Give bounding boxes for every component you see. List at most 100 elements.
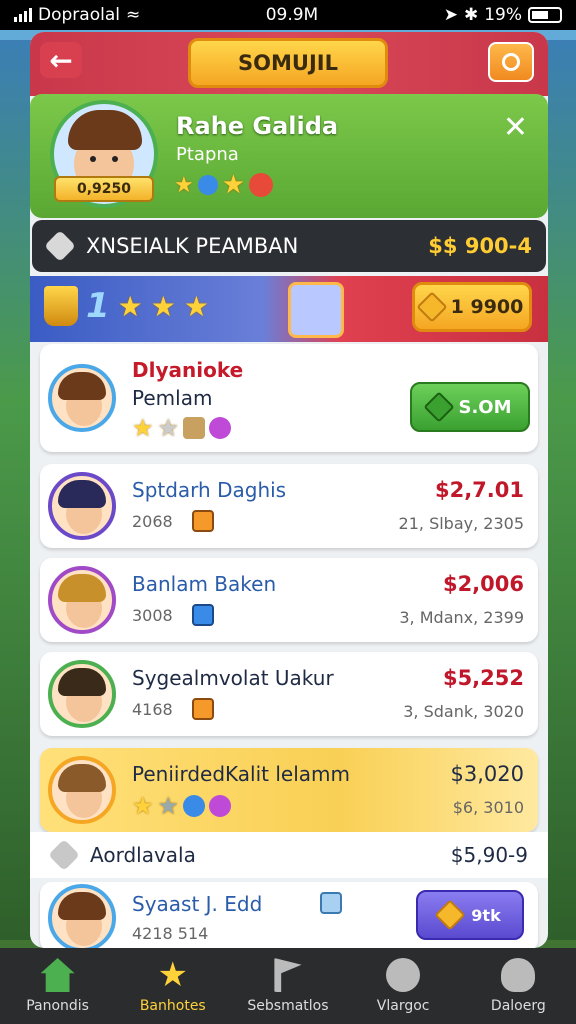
top-bar: ← SOMUJIL — [30, 32, 548, 96]
nav-item-profile[interactable]: Daloerg — [463, 958, 573, 1014]
avatar — [48, 660, 116, 728]
featured-badges: ★ ★ — [132, 414, 232, 442]
row-price: $2,7.01 — [434, 478, 524, 502]
gold-gem-icon — [416, 291, 448, 323]
nav-item-shop[interactable]: Vlargoc — [348, 958, 458, 1014]
star-icon: ★ — [132, 414, 154, 442]
wifi-icon: ≈ — [125, 5, 141, 25]
row-name: PeniirdedKalit lelamm — [132, 762, 350, 786]
star-icon: ★ — [183, 289, 209, 323]
profile-score-badge: 0,9250 — [54, 176, 154, 202]
status-bar: Dopraolal ≈ 09.9M ➤ ✱ 19% — [0, 0, 576, 30]
flag-icon — [274, 958, 302, 992]
tag-icon — [48, 839, 80, 871]
rank-row: 1 ★ ★ ★ 1 9900 — [30, 276, 548, 342]
banner-value: $$ 900-4 — [428, 234, 532, 258]
signal-icon — [14, 8, 32, 22]
trophy-icon — [44, 286, 78, 326]
profile-name: Rahe Galida — [176, 112, 339, 140]
star-icon: ★ — [132, 792, 154, 820]
row-sub: 4168 — [132, 700, 173, 719]
bottom-nav: Panondis ★ Banhotes Sebsmatlos Vlargoc D… — [0, 948, 576, 1024]
list-item[interactable]: Sygealmvolat Uakur 4168 $5,252 3, Sdank,… — [40, 652, 538, 736]
promo-banner[interactable]: XNSEIALK PEAMBAN $$ 900-4 — [32, 220, 546, 272]
battery-icon — [527, 7, 562, 23]
nav-item-quests[interactable]: Sebsmatlos — [233, 958, 343, 1014]
coin-count: 1 9900 — [450, 296, 524, 318]
profile-subtitle: Ptapna — [176, 144, 239, 165]
ball-icon — [249, 173, 274, 197]
row-meta: 3, Mdanx, 2399 — [399, 608, 524, 627]
rank-number: 1 — [86, 286, 110, 326]
back-button[interactable]: ← — [40, 42, 82, 78]
summary-value: $5,90-9 — [450, 843, 528, 867]
bluetooth-icon: ✱ — [463, 5, 479, 25]
orb-icon — [209, 795, 232, 817]
battery-percent: 19% — [484, 5, 522, 25]
close-button[interactable]: ✕ — [503, 110, 528, 145]
orb-icon — [209, 417, 232, 439]
avatar — [48, 756, 116, 824]
list-item-featured[interactable]: Dlyanioke Pemlam ★ ★ S.OM — [40, 344, 538, 452]
row-meta: 21, Slbay, 2305 — [398, 514, 524, 533]
summary-label: Aordlavala — [90, 843, 196, 867]
featured-name-line1: Dlyanioke — [132, 358, 244, 382]
star-icon: ★ — [157, 955, 189, 995]
star-icon: ★ — [174, 172, 194, 198]
summary-row[interactable]: Aordlavala $5,90-9 — [30, 832, 548, 878]
shield-icon — [44, 230, 76, 262]
gem-icon — [197, 175, 218, 195]
map-icon — [192, 604, 214, 626]
back-arrow-icon: ← — [49, 43, 73, 77]
row-meta: $6, 3010 — [452, 798, 524, 817]
avatar — [48, 884, 116, 948]
chest-icon — [183, 417, 206, 439]
row-name: Syaast J. Edd — [132, 892, 263, 916]
nav-label: Panondis — [26, 998, 89, 1014]
buy-button-label: S.OM — [458, 396, 512, 418]
row-name: Sptdarh Daghis — [132, 478, 287, 502]
avatar — [48, 364, 116, 432]
featured-name-line2: Pemlam — [132, 386, 213, 410]
row-price: $2,006 — [442, 572, 524, 596]
purchase-button[interactable]: 9tk — [416, 890, 524, 940]
rank-avatar[interactable] — [288, 282, 344, 338]
banner-label: XNSEIALK PEAMBAN — [86, 234, 299, 258]
nav-label: Banhotes — [139, 998, 206, 1014]
profile-card: 0,9250 Rahe Galida Ptapna ★ ★ ✕ — [30, 94, 548, 218]
list-item[interactable]: Syaast J. Edd 4218 514 9tk — [40, 882, 538, 948]
clock: 09.9M — [265, 5, 319, 25]
main-panel: ← SOMUJIL 0,9250 Rahe Galida Ptapna ★ ★ … — [30, 32, 548, 948]
purchase-button-label: 9tk — [471, 905, 501, 925]
row-name: Sygealmvolat Uakur — [132, 666, 334, 690]
star-icon: ★ — [157, 792, 180, 820]
row-sub: 4218 514 — [132, 924, 209, 943]
row-meta: 3, Sdank, 3020 — [403, 702, 524, 721]
buy-button[interactable]: S.OM — [410, 382, 530, 432]
list-item[interactable]: Banlam Baken 3008 $2,006 3, Mdanx, 2399 — [40, 558, 538, 642]
chest-icon — [192, 698, 214, 720]
avatar — [48, 566, 116, 634]
row-badges: ★ ★ — [132, 792, 232, 820]
row-price: $3,020 — [450, 762, 524, 786]
checkbox-icon[interactable] — [320, 892, 342, 914]
nav-label: Sebsmatlos — [247, 998, 329, 1014]
nav-label: Daloerg — [490, 998, 546, 1014]
gold-gem-icon — [434, 899, 466, 931]
title-button[interactable]: SOMUJIL — [188, 38, 388, 88]
location-icon: ➤ — [443, 5, 458, 25]
potion-icon — [192, 510, 214, 532]
list-item-highlighted[interactable]: PeniirdedKalit lelamm ★ ★ $3,020 $6, 301… — [40, 748, 538, 832]
cash-icon — [423, 391, 456, 423]
row-sub: 3008 — [132, 606, 173, 625]
nav-item-home[interactable]: Panondis — [3, 958, 113, 1014]
carrier-name: Dopraolal — [38, 5, 120, 25]
row-sub: 2068 — [132, 512, 173, 531]
camera-button[interactable] — [488, 42, 534, 82]
nav-item-favorites[interactable]: ★ Banhotes — [118, 958, 228, 1014]
coin-button[interactable]: 1 9900 — [412, 282, 532, 332]
row-name: Banlam Baken — [132, 572, 277, 596]
star-icon: ★ — [150, 289, 176, 323]
star-icon: ★ — [117, 289, 143, 323]
list-item[interactable]: Sptdarh Daghis 2068 $2,7.01 21, Slbay, 2… — [40, 464, 538, 548]
